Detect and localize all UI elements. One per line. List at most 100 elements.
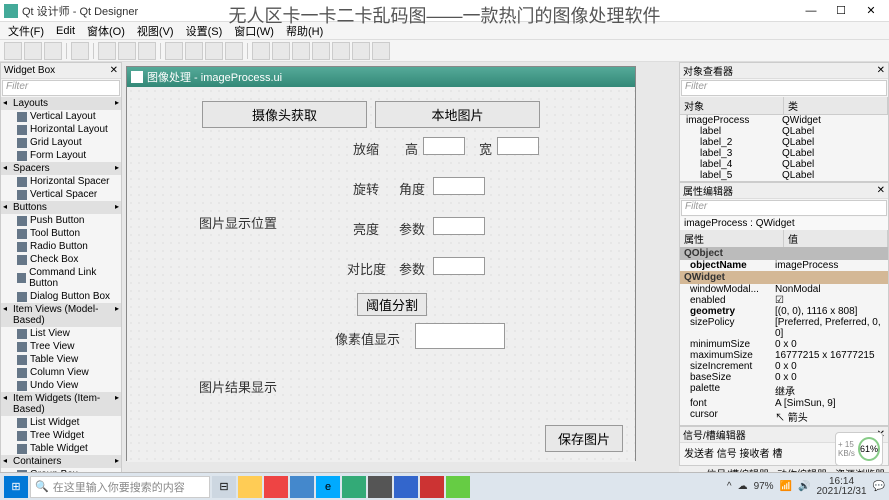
tool-g[interactable] [292,42,310,60]
tool-f[interactable] [272,42,290,60]
widget-item[interactable]: Radio Button [1,240,121,253]
object-row[interactable]: label_2QLabel [680,137,888,148]
tray-wifi-icon[interactable]: 📶 [780,481,792,492]
property-row[interactable]: sizeIncrement0 x 0 [680,361,888,372]
taskbar-app-5[interactable] [342,476,366,498]
property-row[interactable]: maximumSize16777215 x 16777215 [680,350,888,361]
widget-item[interactable]: Check Box [1,253,121,266]
property-row[interactable]: cursor↖ 箭头 [680,409,888,424]
tool-i[interactable] [332,42,350,60]
taskbar-app-4[interactable]: e [316,476,340,498]
menu-file[interactable]: 文件(F) [4,23,48,39]
close-button[interactable]: ✕ [857,2,885,20]
widget-group[interactable]: Item Views (Model-Based) [1,303,121,327]
widget-item[interactable]: List Widget [1,416,121,429]
widget-item[interactable]: Tool Button [1,227,121,240]
property-row[interactable]: sizePolicy[Preferred, Preferred, 0, 0] [680,317,888,339]
property-row[interactable]: baseSize0 x 0 [680,372,888,383]
property-row[interactable]: objectNameimageProcess [680,260,888,271]
tool-d[interactable] [225,42,243,60]
tool-k[interactable] [372,42,390,60]
taskbar-app-7[interactable] [394,476,418,498]
task-view-icon[interactable]: ⊟ [212,476,236,498]
tool-new[interactable] [4,42,22,60]
widget-group[interactable]: Containers [1,455,121,468]
taskbar-app-1[interactable] [238,476,262,498]
tool-cut[interactable] [98,42,116,60]
tray-speaker-icon[interactable]: 🔊 [798,481,810,492]
property-row[interactable]: palette继承 [680,383,888,398]
widget-group[interactable]: Buttons [1,201,121,214]
maximize-button[interactable]: ☐ [827,2,855,20]
object-row[interactable]: labelQLabel [680,126,888,137]
widget-item[interactable]: Tree View [1,340,121,353]
height-input[interactable] [423,137,465,155]
menu-edit[interactable]: Edit [52,25,79,37]
property-editor-close-icon[interactable]: ✕ [877,185,885,196]
widget-item[interactable]: Push Button [1,214,121,227]
menu-view[interactable]: 视图(V) [133,23,178,39]
object-row[interactable]: label_4QLabel [680,159,888,170]
menu-settings[interactable]: 设置(S) [182,23,227,39]
prop-col-value[interactable]: 值 [784,230,888,247]
pixel-value-box[interactable] [415,323,505,349]
widget-item[interactable]: Tree Widget [1,429,121,442]
tool-j[interactable] [352,42,370,60]
tool-undo[interactable] [71,42,89,60]
widget-item[interactable]: Undo View [1,379,121,392]
property-row[interactable]: fontA [SimSun, 9] [680,398,888,409]
brightness-input[interactable] [433,217,485,235]
tray-onedrive-icon[interactable]: ☁ [738,481,748,492]
taskbar-app-8[interactable] [420,476,444,498]
widget-item[interactable]: Command Link Button [1,266,121,290]
widget-box-filter[interactable]: Filter [2,80,120,96]
object-row[interactable]: label_3QLabel [680,148,888,159]
tray-expand-icon[interactable]: ^ [727,481,732,492]
taskbar-app-2[interactable] [264,476,288,498]
menu-form[interactable]: 窗体(O) [83,23,129,39]
object-row[interactable]: label_5QLabel [680,170,888,181]
threshold-button[interactable]: 阈值分割 [357,293,427,316]
tool-e[interactable] [252,42,270,60]
object-inspector-filter[interactable]: Filter [681,80,887,96]
tray-notification-icon[interactable]: 💬 [873,481,885,492]
minimize-button[interactable]: — [797,2,825,20]
prop-group-qwidget[interactable]: QWidget [680,271,888,284]
tool-b[interactable] [185,42,203,60]
widget-group[interactable]: Spacers [1,162,121,175]
widget-item[interactable]: Grid Layout [1,136,121,149]
property-row[interactable]: enabled☑ [680,295,888,306]
widget-item[interactable]: Table View [1,353,121,366]
object-row[interactable]: imageProcessQWidget [680,115,888,126]
widget-item[interactable]: Vertical Spacer [1,188,121,201]
taskbar-search[interactable]: 🔍 在这里输入你要搜索的内容 [30,476,210,498]
tray-time[interactable]: 16:14 [829,477,854,487]
widget-item[interactable]: Column View [1,366,121,379]
taskbar-app-9[interactable] [446,476,470,498]
widget-list[interactable]: LayoutsVertical LayoutHorizontal LayoutG… [1,97,121,481]
taskbar-app-6[interactable] [368,476,392,498]
property-row[interactable]: geometry[(0, 0), 1116 x 808] [680,306,888,317]
tool-h[interactable] [312,42,330,60]
designer-window-titlebar[interactable]: 图像处理 - imageProcess.ui [127,67,635,87]
prop-col-name[interactable]: 属性 [680,230,784,247]
widget-item[interactable]: Horizontal Layout [1,123,121,136]
tool-save[interactable] [44,42,62,60]
obj-col-class[interactable]: 类 [784,97,888,114]
tool-paste[interactable] [138,42,156,60]
property-row[interactable]: windowModal...NonModal [680,284,888,295]
prop-group-qobject[interactable]: QObject [680,247,888,260]
taskbar-app-3[interactable] [290,476,314,498]
tray-date[interactable]: 2021/12/31 [816,487,866,497]
camera-button[interactable]: 摄像头获取 [202,101,367,128]
widget-item[interactable]: Form Layout [1,149,121,162]
widget-item[interactable]: Table Widget [1,442,121,455]
designer-window[interactable]: 图像处理 - imageProcess.ui 摄像头获取 本地图片 放缩 高 宽… [126,66,636,461]
tool-open[interactable] [24,42,42,60]
save-image-button[interactable]: 保存图片 [545,425,623,452]
widget-item[interactable]: List View [1,327,121,340]
widget-group[interactable]: Item Widgets (Item-Based) [1,392,121,416]
obj-col-object[interactable]: 对象 [680,97,784,114]
local-image-button[interactable]: 本地图片 [375,101,540,128]
angle-input[interactable] [433,177,485,195]
